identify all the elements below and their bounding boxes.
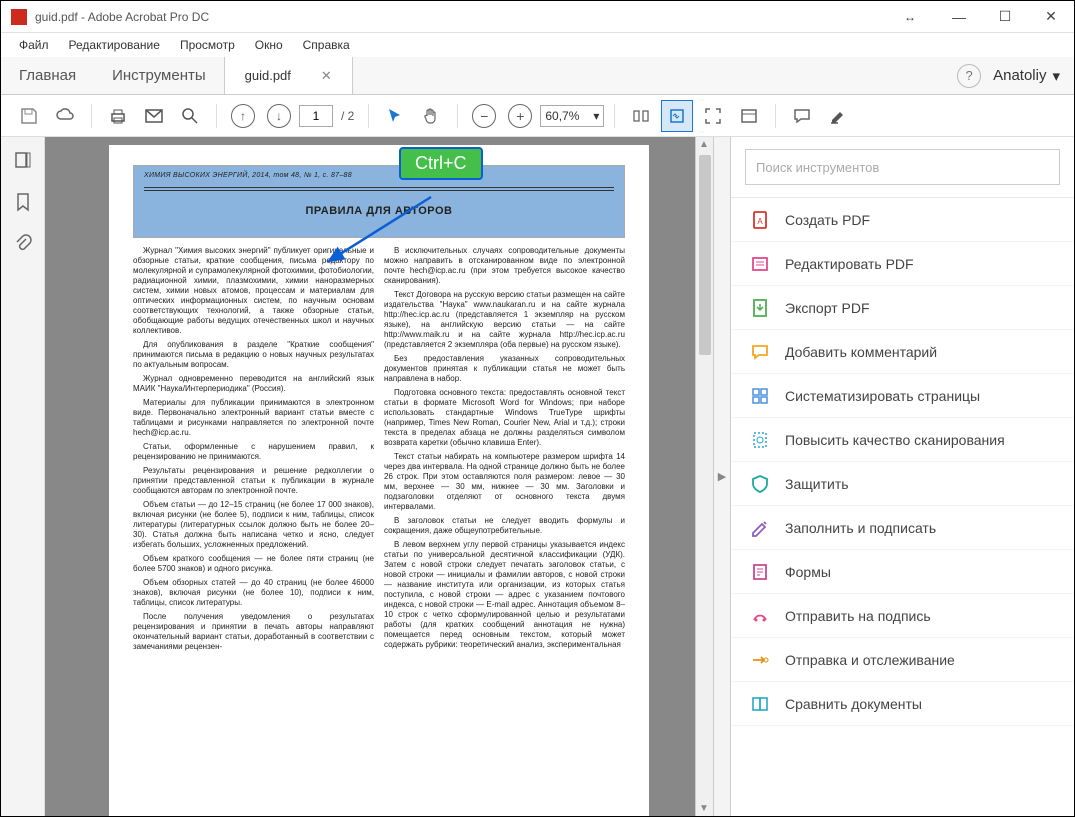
menu-file[interactable]: Файл	[11, 36, 57, 54]
page-up-button[interactable]: ↑	[227, 100, 259, 132]
tool-icon	[749, 693, 771, 715]
tool-icon	[749, 605, 771, 627]
tool-icon	[749, 473, 771, 495]
tool-item[interactable]: Заполнить и подписать	[731, 506, 1074, 550]
tab-document[interactable]: guid.pdf ✕	[224, 57, 353, 94]
tool-label: Заполнить и подписать	[785, 520, 936, 536]
move-icon: ↔	[904, 10, 916, 24]
titlebar: guid.pdf - Adobe Acrobat Pro DC ↔ — ☐ ✕	[1, 1, 1074, 33]
tab-tools[interactable]: Инструменты	[94, 57, 224, 94]
tool-item[interactable]: Добавить комментарий	[731, 330, 1074, 374]
scrollbar-thumb[interactable]	[699, 155, 711, 355]
tool-item[interactable]: Сравнить документы	[731, 682, 1074, 726]
fullscreen-icon[interactable]	[697, 100, 729, 132]
tool-icon	[749, 297, 771, 319]
menu-help[interactable]: Справка	[295, 36, 358, 54]
email-icon[interactable]	[138, 100, 170, 132]
annotation-arrow	[321, 179, 451, 279]
svg-text:A: A	[757, 217, 763, 226]
fit-page-icon[interactable]	[661, 100, 693, 132]
tool-item[interactable]: Редактировать PDF	[731, 242, 1074, 286]
tool-label: Добавить комментарий	[785, 344, 937, 360]
menu-edit[interactable]: Редактирование	[61, 36, 168, 54]
workspace: ХИМИЯ ВЫСОКИХ ЭНЕРГИЙ, 2014, том 48, № 1…	[1, 137, 1074, 816]
tools-panel: Поиск инструментов A Создать PDF Редактиро…	[731, 137, 1074, 816]
tool-label: Отправка и отслеживание	[785, 652, 955, 668]
cloud-icon[interactable]	[49, 100, 81, 132]
search-icon[interactable]	[174, 100, 206, 132]
panel-collapse-button[interactable]: ▶	[713, 137, 731, 816]
tool-label: Формы	[785, 564, 831, 580]
help-button[interactable]: ?	[957, 64, 981, 88]
save-icon[interactable]	[13, 100, 45, 132]
tab-close-icon[interactable]: ✕	[321, 68, 332, 84]
toolbar: ↑ ↓ / 2 − + 60,7% ▾	[1, 95, 1074, 137]
zoom-out-button[interactable]: −	[468, 100, 500, 132]
shortcut-callout: Ctrl+C	[399, 147, 483, 180]
tool-icon	[749, 561, 771, 583]
tabbar: Главная Инструменты guid.pdf ✕ ? Anatoli…	[1, 57, 1074, 95]
text-column-left: Журнал "Химия высоких энергий" публикует…	[133, 246, 374, 656]
tool-icon	[749, 385, 771, 407]
tool-item[interactable]: Отправка и отслеживание	[731, 638, 1074, 682]
tool-label: Редактировать PDF	[785, 256, 914, 272]
read-mode-icon[interactable]	[733, 100, 765, 132]
tool-label: Создать PDF	[785, 212, 870, 228]
menu-window[interactable]: Окно	[247, 36, 291, 54]
thumbnails-icon[interactable]	[10, 147, 36, 173]
tool-label: Систематизировать страницы	[785, 388, 980, 404]
zoom-in-button[interactable]: +	[504, 100, 536, 132]
chevron-down-icon: ▾	[593, 109, 599, 123]
tool-item[interactable]: Повысить качество сканирования	[731, 418, 1074, 462]
tool-label: Сравнить документы	[785, 696, 922, 712]
tool-item[interactable]: Формы	[731, 550, 1074, 594]
tool-item[interactable]: Экспорт PDF	[731, 286, 1074, 330]
page-total-label: / 2	[341, 109, 354, 123]
tool-item[interactable]: Защитить	[731, 462, 1074, 506]
tool-icon	[749, 253, 771, 275]
tools-search-input[interactable]: Поиск инструментов	[745, 149, 1060, 185]
page-down-button[interactable]: ↓	[263, 100, 295, 132]
menu-view[interactable]: Просмотр	[172, 36, 243, 54]
left-navigation-rail	[1, 137, 45, 816]
minimize-button[interactable]: —	[936, 1, 982, 33]
zoom-select[interactable]: 60,7% ▾	[540, 105, 604, 127]
tool-item[interactable]: A Создать PDF	[731, 198, 1074, 242]
fit-width-icon[interactable]	[625, 100, 657, 132]
attachments-icon[interactable]	[10, 231, 36, 257]
tab-home[interactable]: Главная	[1, 57, 94, 94]
tool-item[interactable]: Отправить на подпись	[731, 594, 1074, 638]
window-title: guid.pdf - Adobe Acrobat Pro DC	[35, 10, 904, 24]
tool-icon	[749, 429, 771, 451]
print-icon[interactable]	[102, 100, 134, 132]
tools-list: A Создать PDF Редактировать PDF Экспорт PDF…	[731, 197, 1074, 726]
maximize-button[interactable]: ☐	[982, 1, 1028, 33]
tool-icon: A	[749, 209, 771, 231]
tool-icon	[749, 341, 771, 363]
vertical-scrollbar[interactable]	[695, 137, 713, 816]
zoom-value: 60,7%	[545, 109, 579, 123]
tool-icon	[749, 517, 771, 539]
tool-icon	[749, 649, 771, 671]
tab-document-label: guid.pdf	[245, 68, 291, 83]
hand-tool-icon[interactable]	[415, 100, 447, 132]
tool-label: Экспорт PDF	[785, 300, 870, 316]
tool-label: Защитить	[785, 476, 849, 492]
tool-item[interactable]: Систематизировать страницы	[731, 374, 1074, 418]
selection-tool-icon[interactable]	[379, 100, 411, 132]
page-number-input[interactable]	[299, 105, 333, 127]
user-menu[interactable]: Anatoliy ▾	[993, 67, 1060, 85]
acrobat-icon	[11, 9, 27, 25]
bookmarks-icon[interactable]	[10, 189, 36, 215]
tool-label: Отправить на подпись	[785, 608, 931, 624]
comment-icon[interactable]	[786, 100, 818, 132]
menubar: Файл Редактирование Просмотр Окно Справк…	[1, 33, 1074, 57]
highlight-icon[interactable]	[822, 100, 854, 132]
close-button[interactable]: ✕	[1028, 1, 1074, 33]
user-label: Anatoliy	[993, 67, 1046, 84]
chevron-down-icon: ▾	[1052, 67, 1060, 85]
text-column-right: В исключительных случаях сопроводительны…	[384, 246, 625, 656]
tool-label: Повысить качество сканирования	[785, 432, 1005, 448]
